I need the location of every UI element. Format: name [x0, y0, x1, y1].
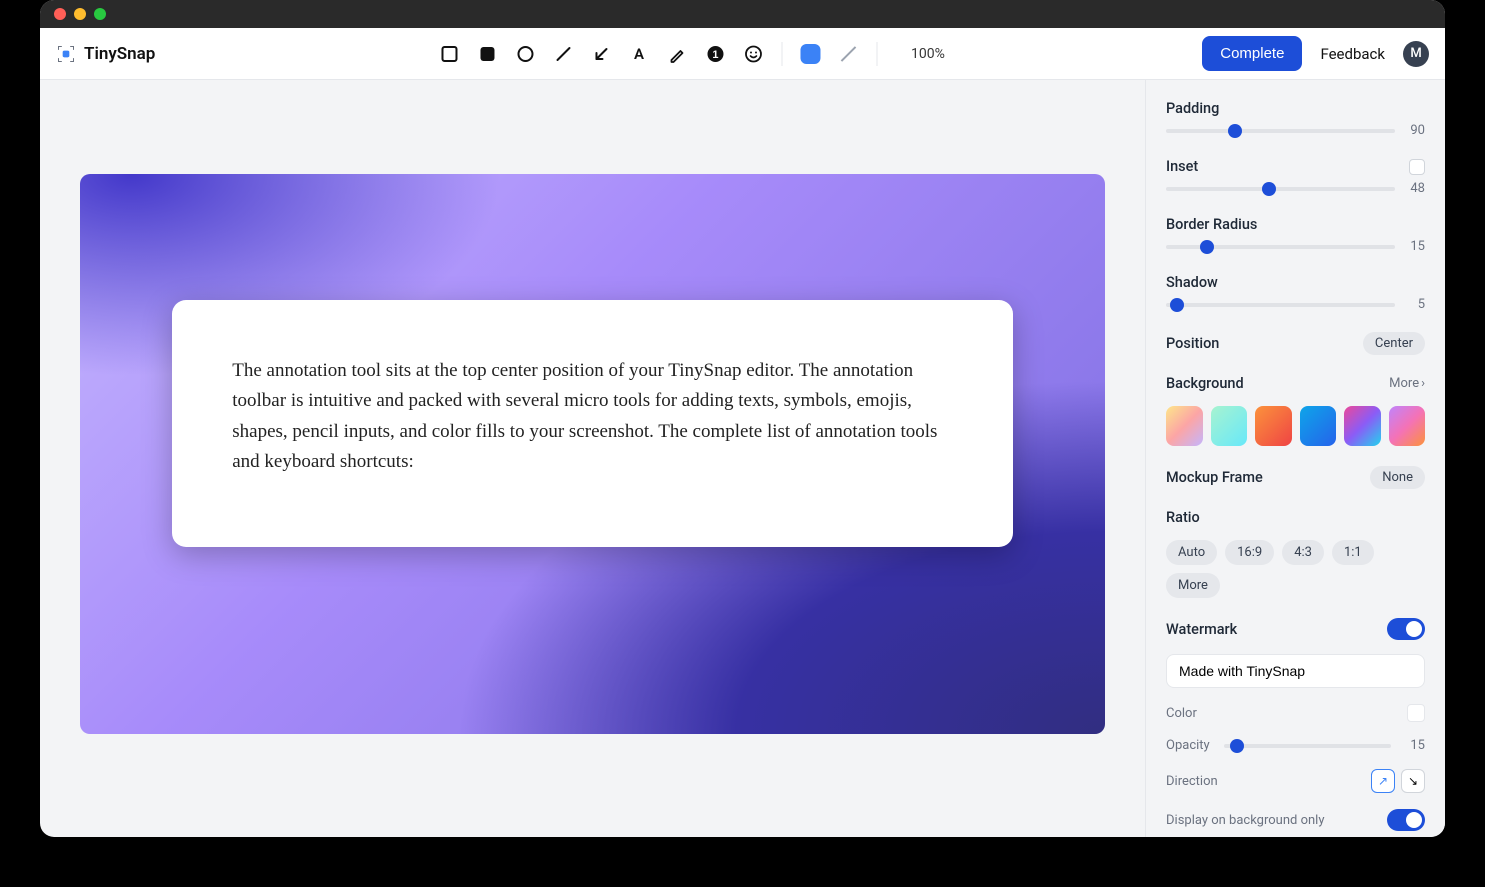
toolbar: TinySnap A 1 [40, 28, 1445, 80]
bg-swatch-4[interactable] [1300, 406, 1337, 446]
chevron-right-icon: › [1421, 376, 1425, 391]
window-minimize-button[interactable] [74, 8, 86, 20]
pencil-tool-icon[interactable] [667, 44, 687, 64]
svg-text:1: 1 [712, 49, 718, 61]
ratio-more[interactable]: More [1166, 573, 1220, 598]
padding-label: Padding [1166, 100, 1425, 117]
number-tool-icon[interactable]: 1 [705, 44, 725, 64]
direction-up-right[interactable]: ↗ [1371, 769, 1395, 793]
inset-label: Inset [1166, 158, 1198, 175]
watermark-toggle[interactable] [1387, 618, 1425, 640]
shadow-value: 5 [1405, 297, 1425, 312]
shadow-control: Shadow 5 [1166, 274, 1425, 312]
inset-control: Inset 48 [1166, 158, 1425, 196]
border-radius-value: 15 [1405, 239, 1425, 254]
mockup-frame-value[interactable]: None [1370, 466, 1425, 489]
display-bg-only-toggle[interactable] [1387, 809, 1425, 831]
display-bg-only-label: Display on background only [1166, 813, 1324, 828]
ratio-4-3[interactable]: 4:3 [1282, 540, 1324, 565]
stroke-preview[interactable] [838, 53, 858, 55]
window-maximize-button[interactable] [94, 8, 106, 20]
circle-tool-icon[interactable] [515, 44, 535, 64]
border-radius-slider[interactable] [1166, 245, 1395, 249]
arrow-tool-icon[interactable] [591, 44, 611, 64]
app-window: TinySnap A 1 [40, 0, 1445, 837]
mockup-frame-label: Mockup Frame [1166, 469, 1263, 486]
mockup-frame-control: Mockup Frame None [1166, 466, 1425, 489]
filled-rectangle-tool-icon[interactable] [477, 44, 497, 64]
inset-slider[interactable] [1166, 187, 1395, 191]
window-close-button[interactable] [54, 8, 66, 20]
bg-swatch-1[interactable] [1166, 406, 1203, 446]
toolbar-separator [781, 42, 782, 66]
bg-swatch-3[interactable] [1255, 406, 1292, 446]
border-radius-control: Border Radius 15 [1166, 216, 1425, 254]
padding-slider[interactable] [1166, 129, 1395, 133]
emoji-tool-icon[interactable] [743, 44, 763, 64]
app-name: TinySnap [84, 44, 155, 64]
border-radius-label: Border Radius [1166, 216, 1425, 233]
canvas-frame[interactable]: The annotation tool sits at the top cent… [80, 174, 1105, 734]
shadow-label: Shadow [1166, 274, 1425, 291]
zoom-level[interactable]: 100% [911, 46, 945, 62]
watermark-direction-label: Direction [1166, 774, 1218, 789]
feedback-link[interactable]: Feedback [1320, 45, 1385, 63]
watermark-text-input[interactable] [1166, 654, 1425, 688]
bg-swatch-2[interactable] [1211, 406, 1248, 446]
bg-swatch-5[interactable] [1344, 406, 1381, 446]
titlebar [40, 0, 1445, 28]
watermark-opacity-value: 15 [1405, 738, 1425, 753]
rectangle-tool-icon[interactable] [439, 44, 459, 64]
padding-control: Padding 90 [1166, 100, 1425, 138]
shadow-slider[interactable] [1166, 303, 1395, 307]
watermark-control: Watermark Color Opacity 15 Direction [1166, 618, 1425, 831]
padding-value: 90 [1405, 123, 1425, 138]
watermark-color-label: Color [1166, 706, 1197, 721]
watermark-opacity-label: Opacity [1166, 738, 1210, 753]
bg-swatch-6[interactable] [1389, 406, 1426, 446]
line-tool-icon[interactable] [553, 44, 573, 64]
ratio-16-9[interactable]: 16:9 [1225, 540, 1274, 565]
direction-down-right[interactable]: ↘ [1401, 769, 1425, 793]
content-card: The annotation tool sits at the top cent… [172, 300, 1013, 548]
ratio-auto[interactable]: Auto [1166, 540, 1217, 565]
inset-value: 48 [1405, 181, 1425, 196]
ratio-control: Ratio Auto 16:9 4:3 1:1 More [1166, 509, 1425, 598]
toolbar-right: Complete Feedback M [1202, 36, 1429, 71]
watermark-color-swatch[interactable] [1407, 704, 1425, 722]
background-label: Background [1166, 375, 1244, 392]
ratio-1-1[interactable]: 1:1 [1332, 540, 1374, 565]
position-label: Position [1166, 335, 1219, 352]
watermark-label: Watermark [1166, 621, 1237, 638]
text-tool-icon[interactable]: A [629, 44, 649, 64]
position-control: Position Center [1166, 332, 1425, 355]
toolbar-separator [876, 42, 877, 66]
annotation-tools: A 1 100% [439, 42, 945, 66]
avatar[interactable]: M [1403, 41, 1429, 67]
content-text: The annotation tool sits at the top cent… [232, 356, 953, 478]
background-more[interactable]: More › [1389, 376, 1425, 391]
position-value[interactable]: Center [1363, 332, 1425, 355]
fill-color-swatch[interactable] [800, 44, 820, 64]
brand: TinySnap [56, 44, 155, 64]
avatar-initial: M [1410, 46, 1421, 61]
sidebar: Padding 90 Inset 48 [1145, 80, 1445, 837]
ratio-label: Ratio [1166, 509, 1425, 526]
inset-checkbox[interactable] [1409, 159, 1425, 175]
app-logo-icon [56, 44, 76, 64]
watermark-opacity-slider[interactable] [1224, 744, 1391, 748]
complete-button[interactable]: Complete [1202, 36, 1302, 71]
background-control: Background More › [1166, 375, 1425, 446]
canvas-area: The annotation tool sits at the top cent… [40, 80, 1145, 837]
